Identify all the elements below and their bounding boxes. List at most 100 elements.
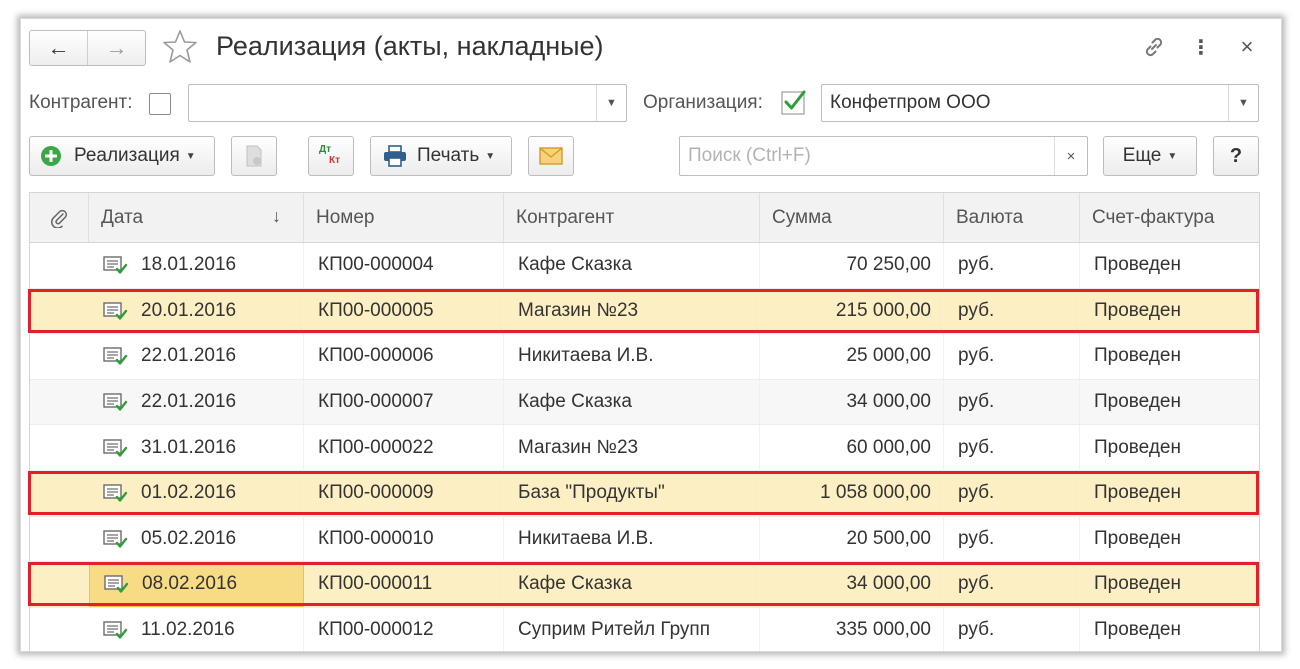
cell-sum[interactable]: 60 000,00 xyxy=(760,425,944,470)
cell-number[interactable]: КП00-000009 xyxy=(304,471,504,516)
cell-counterparty[interactable]: Кафе Сказка xyxy=(504,562,760,607)
cell-invoice[interactable]: Проведен xyxy=(1080,289,1259,334)
cell-number[interactable]: КП00-000004 xyxy=(304,243,504,288)
cell-date-text: 05.02.2016 xyxy=(141,527,237,549)
column-header-number[interactable]: Номер xyxy=(304,193,504,242)
table-row[interactable]: 01.02.2016 КП00-000009 База "Продукты" 1 05… xyxy=(30,471,1259,517)
print-label: Печать xyxy=(417,145,480,166)
cell-counterparty[interactable]: Кафе Сказка xyxy=(504,379,760,425)
link-button[interactable] xyxy=(1139,33,1169,61)
column-header-sum[interactable]: Сумма xyxy=(760,193,944,242)
cell-counterparty[interactable]: Магазин №23 xyxy=(504,425,760,470)
kt-label: Кт xyxy=(329,155,341,166)
more-vertical-icon[interactable]: ⋮ xyxy=(1189,33,1213,61)
cell-date[interactable]: 05.02.2016 xyxy=(89,516,304,562)
organization-checkbox[interactable] xyxy=(781,89,807,115)
cell-currency[interactable]: руб. xyxy=(944,288,1080,334)
cell-invoice[interactable]: Проведен xyxy=(1080,562,1259,607)
column-header-invoice[interactable]: Счет-фактура xyxy=(1080,193,1259,242)
back-button[interactable]: ← xyxy=(30,31,87,65)
cell-date[interactable]: 11.02.2016 xyxy=(89,607,304,651)
attachment-column-header[interactable] xyxy=(30,193,89,242)
cell-invoice[interactable]: Проведен xyxy=(1080,425,1259,470)
more-actions-button[interactable]: Еще ▼ xyxy=(1103,136,1197,176)
cell-number[interactable]: КП00-000010 xyxy=(304,516,504,562)
cell-invoice-text: Проведен xyxy=(1094,391,1181,413)
print-button[interactable]: Печать ▼ xyxy=(370,136,512,176)
cell-sum[interactable]: 20 500,00 xyxy=(760,516,944,562)
cell-sum[interactable]: 1 058 000,00 xyxy=(760,471,944,516)
cell-invoice[interactable]: Проведен xyxy=(1080,471,1259,516)
cell-number[interactable]: КП00-000007 xyxy=(304,379,504,425)
favorite-star-icon[interactable] xyxy=(161,28,199,66)
counterparty-field[interactable]: ▼ xyxy=(188,84,627,122)
cell-currency[interactable]: руб. xyxy=(944,243,1080,288)
cell-sum[interactable]: 34 000,00 xyxy=(760,562,944,607)
cell-counterparty[interactable]: Кафе Сказка xyxy=(504,243,760,288)
cell-number[interactable]: КП00-000005 xyxy=(304,288,504,334)
cell-currency[interactable]: руб. xyxy=(944,516,1080,562)
window-header: ← → Реализация (акты, накладные) ⋮ × xyxy=(21,19,1281,81)
help-button[interactable]: ? xyxy=(1213,136,1259,176)
column-header-date[interactable]: Дата ↓ xyxy=(89,193,304,242)
cell-currency[interactable]: руб. xyxy=(944,607,1080,651)
cell-invoice[interactable]: Проведен xyxy=(1080,608,1259,651)
table-row[interactable]: 05.02.2016 КП00-000010 Никитаева И.В. 20 50… xyxy=(30,516,1259,563)
cell-currency[interactable]: руб. xyxy=(944,425,1080,470)
cell-number[interactable]: КП00-000022 xyxy=(304,425,504,470)
table-row[interactable]: 20.01.2016 КП00-000005 Магазин №23 215 000,… xyxy=(30,288,1259,335)
table-row[interactable]: 31.01.2016 КП00-000022 Магазин №23 60 000,0… xyxy=(30,425,1259,471)
cell-counterparty[interactable]: Никитаева И.В. xyxy=(504,334,760,379)
cell-counterparty[interactable]: Суприм Ритейл Групп xyxy=(504,607,760,651)
cell-date[interactable]: 22.01.2016 xyxy=(89,379,304,425)
cell-invoice-text: Проведен xyxy=(1094,345,1181,367)
cell-sum[interactable]: 34 000,00 xyxy=(760,379,944,425)
cell-counterparty[interactable]: Магазин №23 xyxy=(504,288,760,334)
forward-button[interactable]: → xyxy=(87,31,145,65)
cell-date[interactable]: 22.01.2016 xyxy=(89,334,304,379)
cell-number[interactable]: КП00-000006 xyxy=(304,334,504,379)
table-row[interactable]: 22.01.2016 КП00-000007 Кафе Сказка 34 000,0… xyxy=(30,379,1259,426)
table-row[interactable]: 18.01.2016 КП00-000004 Кафе Сказка 70 250,0… xyxy=(30,243,1259,289)
cell-sum-text: 1 058 000,00 xyxy=(820,482,931,504)
cell-date[interactable]: 01.02.2016 xyxy=(89,471,304,516)
cell-invoice[interactable]: Проведен xyxy=(1080,334,1259,379)
search-input[interactable] xyxy=(680,137,1056,175)
cell-counterparty[interactable]: Никитаева И.В. xyxy=(504,516,760,562)
cell-sum[interactable]: 70 250,00 xyxy=(760,243,944,288)
dropdown-arrow-icon[interactable]: ▼ xyxy=(1228,85,1258,121)
column-header-currency[interactable]: Валюта xyxy=(944,193,1080,242)
dropdown-arrow-icon[interactable]: ▼ xyxy=(596,85,626,121)
table-row[interactable]: 11.02.2016 КП00-000012 Суприм Ритейл Групп… xyxy=(30,607,1259,651)
cell-currency[interactable]: руб. xyxy=(944,562,1080,607)
send-email-button[interactable] xyxy=(528,136,574,176)
cell-sum[interactable]: 25 000,00 xyxy=(760,334,944,379)
cell-currency[interactable]: руб. xyxy=(944,334,1080,379)
copy-button[interactable] xyxy=(231,136,277,176)
cell-currency[interactable]: руб. xyxy=(944,379,1080,425)
dt-kt-button[interactable]: Дт Кт xyxy=(308,136,354,176)
dropdown-arrow-icon: ▼ xyxy=(485,150,496,162)
organization-field[interactable]: Конфетпром ООО ▼ xyxy=(821,84,1259,122)
cell-number[interactable]: КП00-000012 xyxy=(304,607,504,651)
cell-invoice[interactable]: Проведен xyxy=(1080,517,1259,562)
column-header-counterparty[interactable]: Контрагент xyxy=(504,193,760,242)
dt-label: Дт xyxy=(319,144,332,155)
cell-date[interactable]: 20.01.2016 xyxy=(89,288,304,334)
cell-invoice[interactable]: Проведен xyxy=(1080,243,1259,288)
counterparty-checkbox[interactable] xyxy=(149,93,171,115)
close-icon[interactable]: × xyxy=(1233,33,1261,61)
cell-date[interactable]: 31.01.2016 xyxy=(89,425,304,470)
cell-sum[interactable]: 215 000,00 xyxy=(760,288,944,334)
cell-counterparty[interactable]: База "Продукты" xyxy=(504,471,760,516)
table-row[interactable]: 08.02.2016 КП00-000011 Кафе Сказка 34 000,0… xyxy=(30,562,1259,608)
cell-number[interactable]: КП00-000011 xyxy=(304,562,504,607)
cell-date[interactable]: 18.01.2016 xyxy=(89,243,304,288)
table-row[interactable]: 22.01.2016 КП00-000006 Никитаева И.В. 25 00… xyxy=(30,334,1259,380)
cell-currency[interactable]: руб. xyxy=(944,471,1080,516)
clear-icon[interactable]: × xyxy=(1054,137,1087,175)
create-realization-button[interactable]: Реализация ▼ xyxy=(29,136,215,176)
cell-date[interactable]: 08.02.2016 xyxy=(89,562,304,607)
cell-sum[interactable]: 335 000,00 xyxy=(760,607,944,651)
cell-invoice[interactable]: Проведен xyxy=(1080,380,1259,425)
